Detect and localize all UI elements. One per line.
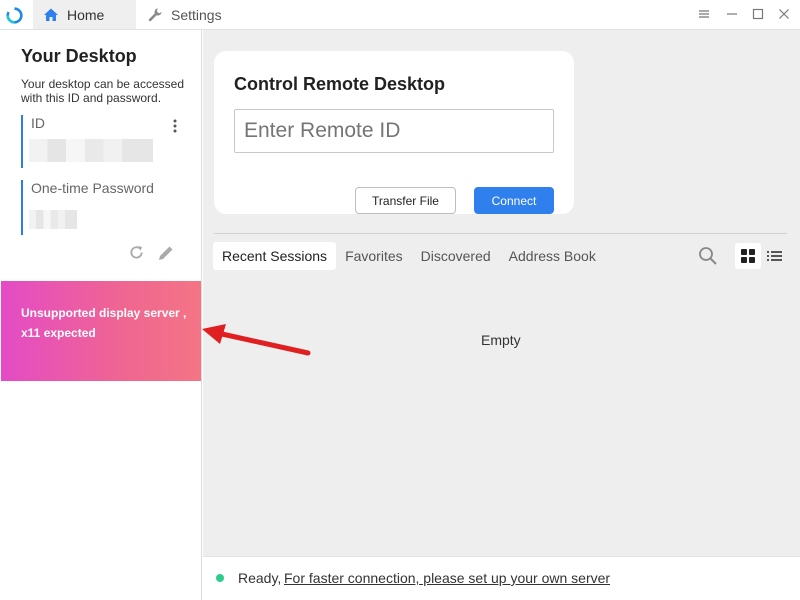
grid-icon — [741, 249, 755, 263]
status-ready: Ready, — [238, 570, 282, 586]
sessions-tabs: Recent Sessions Favorites Discovered Add… — [213, 242, 605, 270]
empty-sessions-text: Empty — [481, 332, 521, 348]
id-label: ID — [31, 115, 45, 131]
more-options-icon[interactable] — [168, 118, 182, 134]
id-value-redacted[interactable] — [29, 139, 153, 162]
left-panel: Your Desktop Your desktop can be accesse… — [0, 30, 202, 600]
search-icon[interactable] — [698, 246, 718, 266]
password-label: One-time Password — [31, 180, 154, 196]
section-divider — [214, 233, 787, 234]
tab-home-label: Home — [67, 6, 105, 23]
tab-favorites[interactable]: Favorites — [336, 242, 412, 270]
status-bar: Ready, For faster connection, please set… — [203, 556, 800, 600]
unsupported-display-warning: Unsupported display server , x11 expecte… — [1, 281, 201, 381]
password-field: One-time Password — [21, 180, 191, 235]
grid-view-button[interactable] — [735, 243, 761, 269]
list-view-icon[interactable] — [767, 249, 782, 263]
wrench-icon — [148, 8, 162, 21]
refresh-icon[interactable] — [128, 244, 145, 261]
tab-address-book[interactable]: Address Book — [500, 242, 605, 270]
tab-discovered[interactable]: Discovered — [412, 242, 500, 270]
home-icon — [44, 8, 58, 21]
remote-id-input[interactable] — [234, 109, 554, 153]
control-remote-title: Control Remote Desktop — [234, 74, 446, 94]
app-logo-icon — [6, 7, 23, 24]
connect-button[interactable]: Connect — [474, 187, 554, 214]
tab-settings-label: Settings — [171, 6, 222, 23]
tab-recent-sessions[interactable]: Recent Sessions — [213, 242, 337, 270]
transfer-file-button[interactable]: Transfer File — [355, 187, 456, 214]
minimize-icon[interactable] — [725, 7, 739, 21]
id-field: ID — [21, 115, 191, 168]
server-setup-link[interactable]: For faster connection, please set up you… — [284, 570, 610, 586]
main-area: Control Remote Desktop Transfer File Con… — [203, 30, 800, 556]
control-remote-card: Control Remote Desktop Transfer File Con… — [214, 51, 574, 214]
your-desktop-description: Your desktop can be accessed with this I… — [21, 77, 185, 105]
tab-settings[interactable]: Settings — [145, 0, 245, 29]
title-bar: Home Settings — [0, 0, 800, 30]
your-desktop-title: Your Desktop — [21, 46, 137, 66]
status-dot-icon — [216, 574, 224, 582]
close-icon[interactable] — [777, 7, 791, 21]
maximize-icon[interactable] — [751, 7, 765, 21]
edit-pencil-icon[interactable] — [157, 244, 175, 262]
password-value-redacted[interactable] — [29, 210, 77, 229]
menu-icon[interactable] — [697, 7, 711, 21]
annotation-arrow-icon — [202, 324, 311, 356]
tab-home[interactable]: Home — [33, 0, 136, 29]
